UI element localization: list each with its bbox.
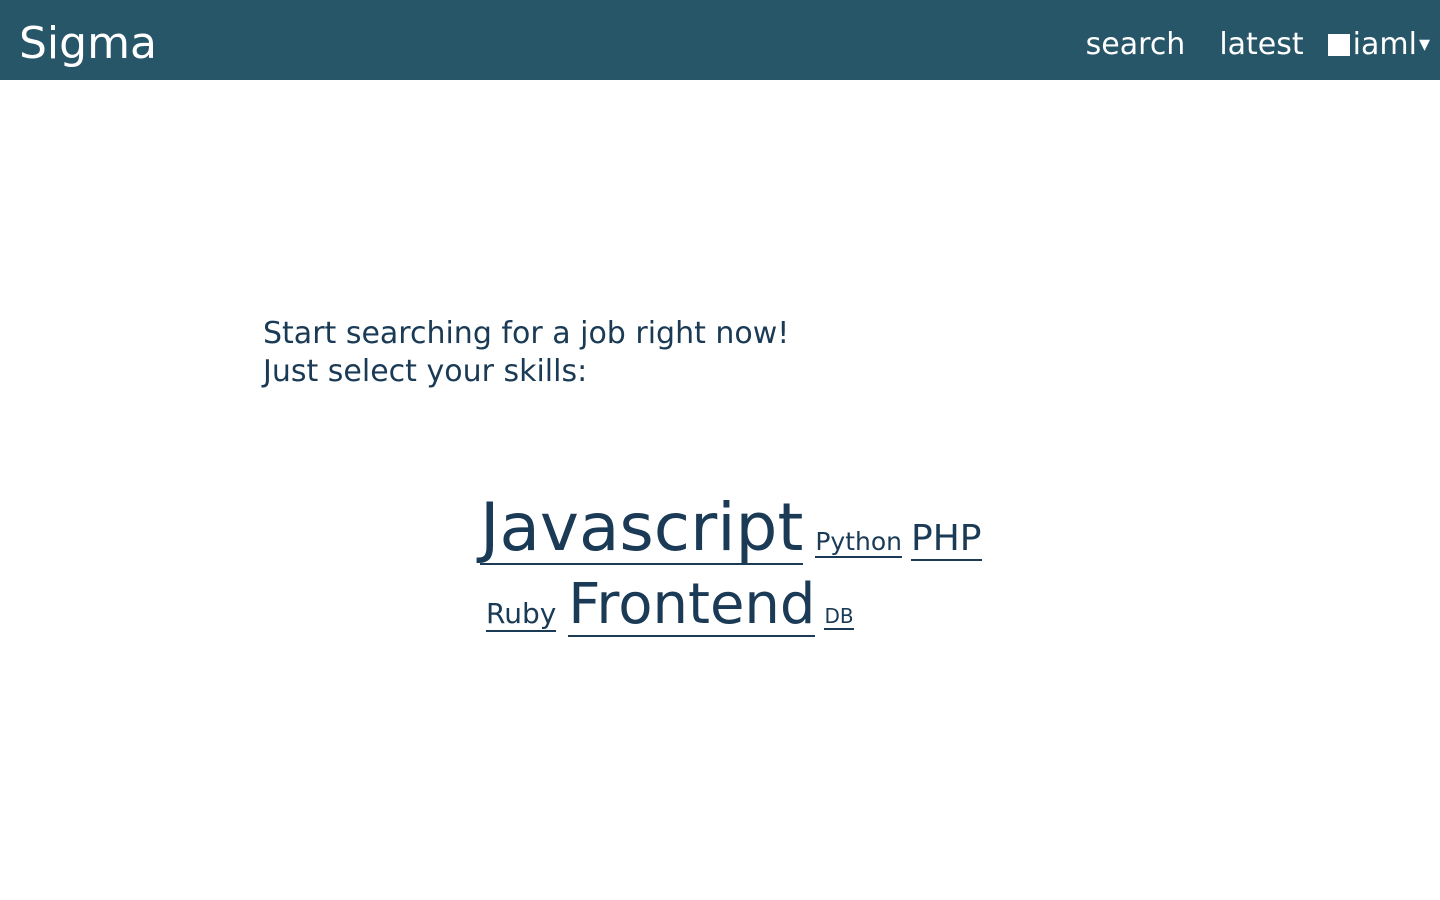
intro-text: Start searching for a job right now! Jus… — [263, 315, 789, 391]
user-avatar-icon — [1327, 34, 1350, 56]
chevron-down-icon: ▾ — [1418, 32, 1430, 57]
skill-tag-db[interactable]: DB — [824, 606, 854, 630]
tag-cloud-row: Javascript Python PHP — [480, 495, 982, 575]
skill-tag-python[interactable]: Python — [815, 529, 903, 558]
brand-logo-link[interactable]: Sigma — [19, 18, 157, 70]
main-nav: search latest iaml ▾ — [1086, 27, 1430, 63]
skill-tag-frontend[interactable]: Frontend — [568, 577, 816, 637]
intro-line-1: Start searching for a job right now! — [263, 316, 790, 351]
skill-tag-php[interactable]: PHP — [911, 521, 982, 561]
tag-cloud-row: Ruby Frontend DB — [480, 577, 980, 647]
intro-line-2: Just select your skills: — [263, 354, 588, 389]
skill-tag-ruby[interactable]: Ruby — [486, 600, 557, 632]
skills-tag-cloud: Javascript Python PHP Ruby Frontend DB — [480, 495, 982, 647]
nav-search-link[interactable]: search — [1086, 27, 1186, 63]
username-label: iaml — [1352, 27, 1417, 62]
nav-latest-link[interactable]: latest — [1219, 27, 1303, 63]
top-navbar: Sigma search latest iaml ▾ — [0, 0, 1440, 80]
user-menu-dropdown[interactable]: iaml ▾ — [1327, 27, 1430, 63]
skill-tag-javascript[interactable]: Javascript — [480, 495, 804, 565]
